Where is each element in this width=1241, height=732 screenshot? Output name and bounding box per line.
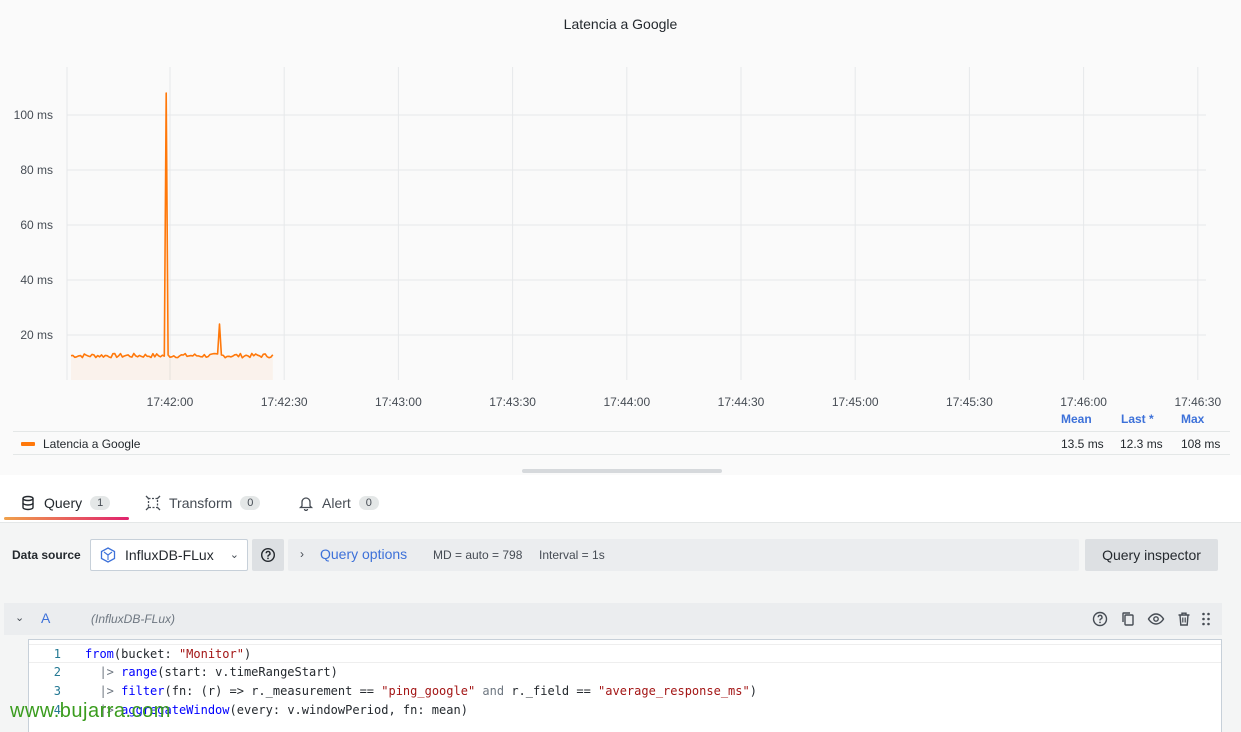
series-area-fill	[71, 93, 273, 380]
help-icon[interactable]	[1091, 610, 1109, 628]
legend-color-swatch[interactable]	[21, 442, 35, 446]
x-tick-label: 17:43:00	[375, 395, 422, 409]
code-line[interactable]: 3 |> filter(fn: (r) => r._measurement ==…	[29, 682, 1221, 701]
legend-header: Mean Last * Max	[0, 412, 1241, 428]
tab-query-counter: 1	[90, 496, 111, 510]
query-row-datasource: (InfluxDB-FLux)	[91, 612, 176, 626]
x-tick-label: 17:42:30	[261, 395, 308, 409]
query-editor-area: Data source InfluxDB-FLux ⌄ › Query opti…	[0, 522, 1241, 732]
legend-series-name[interactable]: Latencia a Google	[43, 437, 140, 451]
code-line[interactable]: 4 |> aggregateWindow(every: v.windowPeri…	[29, 701, 1221, 720]
tab-transform[interactable]: Transform 0	[145, 486, 261, 520]
question-circle-icon	[260, 547, 276, 563]
trash-icon[interactable]	[1175, 610, 1193, 628]
query-inspector-button[interactable]: Query inspector	[1085, 539, 1218, 571]
legend-max-value: 108 ms	[1181, 437, 1221, 451]
query-options-label[interactable]: Query options	[320, 546, 407, 562]
tab-query[interactable]: Query 1	[4, 486, 129, 520]
line-number: 2	[53, 665, 61, 679]
chevron-right-icon: ›	[300, 547, 304, 561]
influxdb-logo-icon	[100, 547, 116, 563]
tab-alert-label: Alert	[322, 495, 351, 511]
legend-max-header[interactable]: Max	[1181, 412, 1204, 426]
tab-alert-counter: 0	[358, 496, 379, 510]
query-options-bar[interactable]: › Query options MD = auto = 798 Interval…	[288, 539, 1079, 571]
code-line[interactable]: 1 from(bucket: "Monitor")	[29, 644, 1221, 663]
line-chart: 17:42:00 17:42:30 17:43:00 17:43:30 17:44:00…	[14, 67, 1221, 409]
drag-handle-icon[interactable]	[1197, 610, 1215, 628]
interval-info: Interval = 1s	[539, 548, 605, 562]
legend-row[interactable]: Latencia a Google 13.5 ms 12.3 ms 108 ms	[13, 431, 1230, 455]
x-tick-label: 17:44:30	[718, 395, 765, 409]
collapse-chevron-icon[interactable]: ⌄	[15, 611, 24, 624]
chevron-down-icon: ⌄	[229, 549, 239, 561]
query-toolbar: Data source InfluxDB-FLux ⌄ › Query opti…	[4, 539, 1237, 571]
tab-alert[interactable]: Alert 0	[298, 486, 379, 520]
eye-icon[interactable]	[1147, 610, 1165, 628]
tab-transform-label: Transform	[169, 495, 233, 511]
query-ref-id[interactable]: A	[41, 610, 50, 626]
datasource-label: Data source	[4, 539, 89, 571]
pane-resize-handle[interactable]	[522, 469, 722, 473]
duplicate-icon[interactable]	[1119, 610, 1137, 628]
database-icon	[22, 495, 34, 511]
code-line-text: |> range(start: v.timeRangeStart)	[99, 665, 338, 679]
line-number: 3	[53, 684, 61, 698]
code-line[interactable]: 2 |> range(start: v.timeRangeStart)	[29, 663, 1221, 682]
legend-last-header[interactable]: Last *	[1121, 412, 1154, 426]
line-number: 1	[53, 647, 61, 661]
datasource-picker-value: InfluxDB-FLux	[125, 547, 214, 563]
x-tick-label: 17:44:00	[603, 395, 650, 409]
y-tick-label: 100 ms	[14, 108, 53, 122]
code-line-text: from(bucket: "Monitor")	[85, 647, 252, 661]
x-tick-label: 17:42:00	[147, 395, 194, 409]
datasource-picker[interactable]: InfluxDB-FLux ⌄	[90, 539, 248, 571]
x-tick-label: 17:45:30	[946, 395, 993, 409]
max-data-points-info: MD = auto = 798	[433, 548, 523, 562]
datasource-help-button[interactable]	[252, 539, 284, 571]
y-tick-label: 40 ms	[20, 273, 53, 287]
graph-panel: Latencia a Google 17:42:00 17:42:30 17:43:…	[0, 0, 1241, 475]
legend-mean-value: 13.5 ms	[1061, 437, 1104, 451]
x-tick-label: 17:46:00	[1060, 395, 1107, 409]
legend-last-value: 12.3 ms	[1120, 437, 1163, 451]
editor-tabs: Query 1 Transform 0 Alert 0	[0, 486, 1241, 522]
watermark-text: www.bujarra.com	[10, 700, 171, 722]
x-tick-label: 17:45:00	[832, 395, 879, 409]
y-tick-label: 80 ms	[20, 163, 53, 177]
transform-icon	[145, 495, 161, 511]
query-row-header[interactable]: ⌄ A (InfluxDB-FLux)	[4, 603, 1222, 635]
legend-mean-header[interactable]: Mean	[1061, 412, 1092, 426]
y-tick-label: 60 ms	[20, 218, 53, 232]
bell-icon	[298, 497, 314, 511]
tab-query-label: Query	[44, 495, 83, 511]
x-tick-label: 17:46:30	[1174, 395, 1221, 409]
flux-code-editor[interactable]: 1 from(bucket: "Monitor") 2 |> range(sta…	[28, 639, 1222, 732]
tab-transform-counter: 0	[240, 496, 261, 510]
active-tab-indicator	[4, 517, 129, 520]
code-line-text: |> filter(fn: (r) => r._measurement == "…	[99, 684, 757, 698]
x-tick-label: 17:43:30	[489, 395, 536, 409]
y-tick-label: 20 ms	[20, 328, 53, 342]
